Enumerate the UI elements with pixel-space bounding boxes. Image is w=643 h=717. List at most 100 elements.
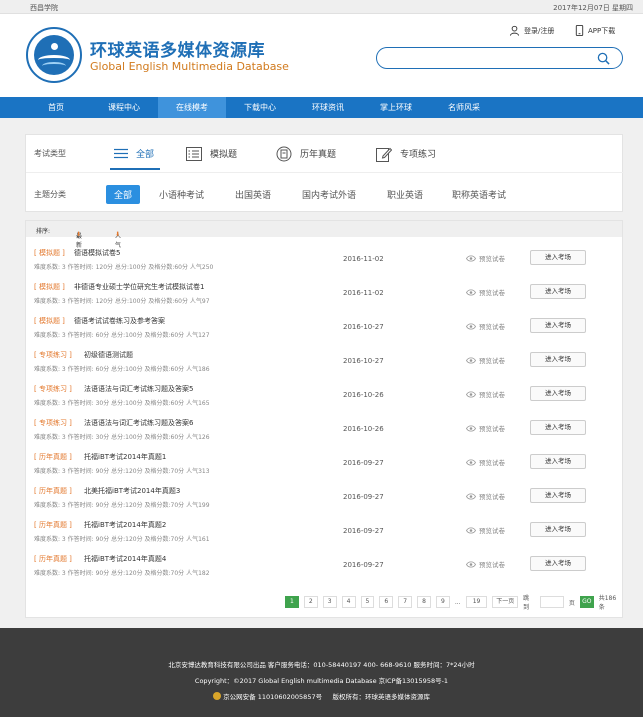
- page-number-input[interactable]: [540, 596, 564, 608]
- current-date: 2017年12月07日 星期四: [553, 4, 633, 12]
- exam-meta: 难度系数: 3 作答时间: 90分 总分:120分 及格分数:70分 人气161: [34, 536, 210, 543]
- page-2[interactable]: 2: [303, 596, 318, 608]
- nav-mobile[interactable]: 掌上环球: [362, 97, 430, 118]
- page-7[interactable]: 7: [398, 596, 413, 608]
- sort-down-arrow-icon: ⬇: [115, 231, 121, 238]
- enter-exam-button[interactable]: 进入考场: [530, 454, 586, 469]
- page-3[interactable]: 3: [322, 596, 337, 608]
- type-tab-all[interactable]: 全部: [110, 147, 161, 170]
- exam-date: 2016-10-27: [343, 357, 384, 365]
- topic-professional-english[interactable]: 职业英语: [387, 188, 423, 201]
- eye-icon: [466, 254, 476, 262]
- site-subtitle: Global English Multimedia Database: [90, 60, 289, 73]
- page-8[interactable]: 8: [417, 596, 431, 608]
- enter-exam-button[interactable]: 进入考场: [530, 284, 586, 299]
- exam-title-link[interactable]: 北美托福iBT考试2014年真题3: [84, 486, 180, 496]
- exam-title-link[interactable]: 托福iBT考试2014年真题2: [84, 520, 166, 530]
- topic-minor-languages[interactable]: 小语种考试: [159, 188, 204, 201]
- enter-exam-button[interactable]: 进入考场: [530, 488, 586, 503]
- goto-label: 跳到: [523, 595, 530, 611]
- exam-meta: 难度系数: 3 作答时间: 60分 总分:100分 及格分数:60分 人气186: [34, 366, 210, 373]
- exam-title-link[interactable]: 非德语专业硕士学位研究生考试模拟试卷1: [74, 282, 204, 292]
- exam-title-link[interactable]: 法语语法与词汇考试练习题及答案6: [84, 418, 193, 428]
- type-tab-mock-label: 模拟题: [210, 150, 238, 160]
- enter-exam-button[interactable]: 进入考场: [530, 420, 586, 435]
- exam-date: 2016-10-27: [343, 323, 384, 331]
- nav-home[interactable]: 首页: [22, 97, 90, 118]
- exam-date: 2016-09-27: [343, 459, 384, 467]
- app-download-link[interactable]: APP下载: [575, 25, 615, 36]
- preview-paper-link[interactable]: 预览试卷: [466, 287, 505, 297]
- exam-category-tag: [ 历年真题 ]: [34, 555, 72, 563]
- app-download-label: APP下载: [588, 26, 616, 35]
- exam-title-link[interactable]: 托福iBT考试2014年真题4: [84, 554, 166, 564]
- preview-paper-link[interactable]: 预览试卷: [466, 525, 505, 535]
- enter-exam-button[interactable]: 进入考场: [530, 352, 586, 367]
- footer-police-record: 京公网安备 11010602005857号: [223, 693, 323, 701]
- type-tab-mock[interactable]: 模拟题: [186, 146, 238, 161]
- preview-paper-link[interactable]: 预览试卷: [466, 355, 505, 365]
- enter-exam-button[interactable]: 进入考场: [530, 556, 586, 571]
- exam-title-link[interactable]: 德语模拟试卷5: [74, 248, 120, 258]
- exam-category-tag: [ 历年真题 ]: [34, 487, 72, 495]
- nav-teachers[interactable]: 名师风采: [430, 97, 498, 118]
- search-icon[interactable]: [597, 52, 610, 65]
- sort-down-arrow-icon: ⬇: [76, 231, 82, 238]
- exam-date: 2016-10-26: [343, 425, 384, 433]
- page-unit-label: 页: [568, 599, 575, 607]
- top-bar: 西昌学院 2017年12月07日 星期四: [0, 0, 643, 14]
- preview-paper-link[interactable]: 预览试卷: [466, 491, 505, 501]
- exam-title-link[interactable]: 初级德语测试题: [84, 350, 133, 360]
- exam-title-link[interactable]: 德语考试试卷练习及参考答案: [74, 316, 165, 326]
- nav-news[interactable]: 环球资讯: [294, 97, 362, 118]
- nav-downloads[interactable]: 下载中心: [226, 97, 294, 118]
- page-9[interactable]: 9: [436, 596, 450, 608]
- page-last[interactable]: 19: [465, 596, 488, 608]
- next-page-button[interactable]: 下一页: [492, 596, 519, 608]
- school-name: 西昌学院: [30, 4, 58, 12]
- exam-title-link[interactable]: 法语语法与词汇考试练习题及答案5: [84, 384, 193, 394]
- page-5[interactable]: 5: [360, 596, 375, 608]
- exam-category-tag: [ 模拟题 ]: [34, 317, 65, 325]
- topic-domestic-foreign-language[interactable]: 国内考试外语: [302, 188, 356, 201]
- preview-paper-link[interactable]: 预览试卷: [466, 389, 505, 399]
- exam-title-link[interactable]: 托福iBT考试2014年真题1: [84, 452, 166, 462]
- nav-online-exam[interactable]: 在线模考: [158, 97, 226, 118]
- site-header: 环球英语多媒体资源库 Global English Multimedia Dat…: [0, 14, 643, 97]
- exam-meta: 难度系数: 3 作答时间: 30分 总分:100分 及格分数:60分 人气126: [34, 434, 210, 441]
- page-4[interactable]: 4: [341, 596, 356, 608]
- enter-exam-button[interactable]: 进入考场: [530, 522, 586, 537]
- type-tab-past-papers-label: 历年真题: [300, 150, 337, 160]
- preview-paper-link[interactable]: 预览试卷: [466, 559, 505, 569]
- exam-meta: 难度系数: 3 作答时间: 90分 总分:120分 及格分数:70分 人气313: [34, 468, 210, 475]
- enter-exam-button[interactable]: 进入考场: [530, 250, 586, 265]
- preview-paper-label: 预览试卷: [479, 357, 505, 365]
- exam-row: [ 专项练习 ] 法语语法与词汇考试练习题及答案5 难度系数: 3 作答时间: 30…: [26, 378, 622, 412]
- preview-paper-link[interactable]: 预览试卷: [466, 457, 505, 467]
- type-tab-special-practice[interactable]: 专项练习: [376, 146, 436, 162]
- nav-courses[interactable]: 课程中心: [90, 97, 158, 118]
- exam-type-label: 考试类型: [34, 149, 66, 158]
- go-button[interactable]: GO: [579, 596, 594, 608]
- page-ellipsis: ...: [454, 598, 461, 606]
- page-1[interactable]: 1: [285, 596, 299, 608]
- topic-study-abroad-english[interactable]: 出国英语: [235, 188, 271, 201]
- exam-category-tag: [ 专项练习 ]: [34, 419, 72, 427]
- enter-exam-button[interactable]: 进入考场: [530, 386, 586, 401]
- eye-icon: [466, 560, 476, 568]
- preview-paper-link[interactable]: 预览试卷: [466, 423, 505, 433]
- login-link[interactable]: 登录/注册: [509, 25, 554, 36]
- search-input[interactable]: [376, 47, 623, 69]
- exam-meta: 难度系数: 3 作答时间: 120分 总分:100分 及格分数:60分 人气25…: [34, 264, 214, 271]
- type-tab-past-papers[interactable]: 历年真题: [276, 146, 336, 162]
- site-logo[interactable]: [26, 27, 82, 83]
- preview-paper-link[interactable]: 预览试卷: [466, 321, 505, 331]
- edit-icon: [376, 147, 392, 162]
- preview-paper-link[interactable]: 预览试卷: [466, 253, 505, 263]
- sort-bar: 排序: 最新 ⬇ 人气 ⬇: [26, 221, 622, 249]
- topic-title-english-exam[interactable]: 职称英语考试: [452, 188, 506, 201]
- pagination: 1 2 3 4 5 6 7 8 9 ... 19 下一页 跳到 页 GO 共18…: [285, 595, 622, 611]
- topic-all[interactable]: 全部: [106, 184, 141, 204]
- enter-exam-button[interactable]: 进入考场: [530, 318, 586, 333]
- page-6[interactable]: 6: [379, 596, 394, 608]
